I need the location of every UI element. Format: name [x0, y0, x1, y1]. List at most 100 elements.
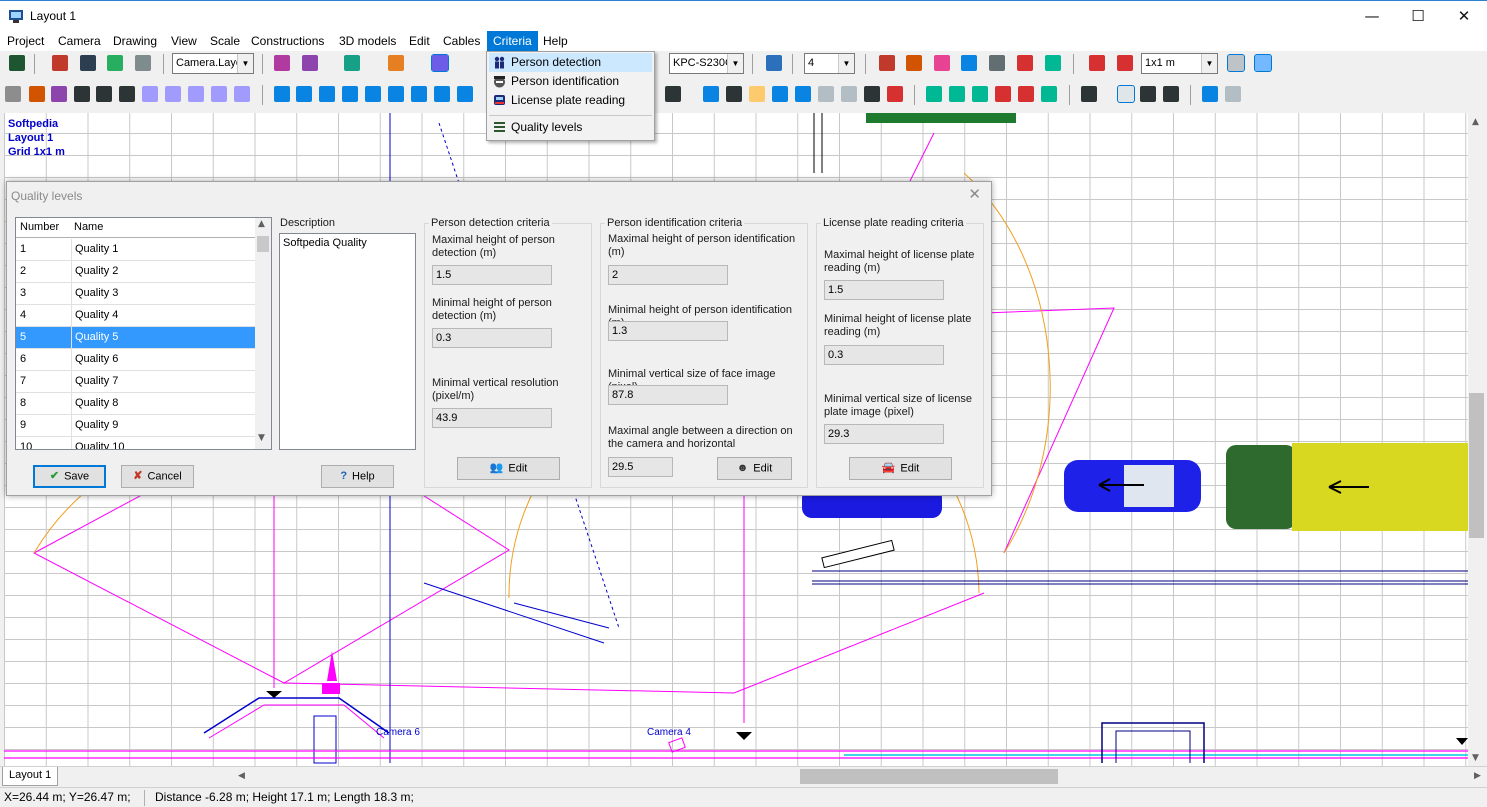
grid-color-icon[interactable]: [1045, 55, 1061, 71]
distribute-icon[interactable]: [995, 86, 1011, 102]
point-icon[interactable]: [274, 86, 290, 102]
select-icon[interactable]: [51, 86, 67, 102]
camera-4-label[interactable]: Camera 4: [647, 727, 691, 738]
group-icon[interactable]: [234, 86, 250, 102]
pd-edit-button[interactable]: 👥 Edit: [457, 457, 560, 480]
fence-icon[interactable]: [365, 86, 381, 102]
pi-edit-button[interactable]: ☻ Edit: [717, 457, 792, 480]
t-tool-icon[interactable]: [841, 86, 857, 102]
table-row[interactable]: 6 Quality 6: [16, 349, 255, 371]
distance-icon[interactable]: [989, 55, 1005, 71]
lp-plate-size-field[interactable]: 29.3: [824, 424, 944, 444]
table-scrollbar[interactable]: ▲ ▼: [255, 218, 271, 449]
table-row-selected[interactable]: 5 Quality 5: [16, 327, 255, 349]
menu-person-detection[interactable]: Person detection: [489, 53, 652, 72]
menu-camera[interactable]: Camera: [52, 31, 107, 51]
cancel-button[interactable]: ✘ Cancel: [121, 465, 194, 488]
line-icon[interactable]: [296, 86, 312, 102]
lp-max-height-field[interactable]: 1.5: [824, 280, 944, 300]
zoom-out-icon[interactable]: [1163, 86, 1179, 102]
quality-table[interactable]: Number Name 1 Quality 1 2 Quality 2 3 Quali…: [15, 217, 272, 450]
palette-icon[interactable]: [934, 55, 950, 71]
table-row[interactable]: 9 Quality 9: [16, 415, 255, 437]
camera-color-icon[interactable]: [388, 55, 404, 71]
lp-edit-button[interactable]: 🚘 Edit: [849, 457, 952, 480]
pi-min-height-field[interactable]: 1.3: [608, 321, 728, 341]
scroll-up-icon[interactable]: ▲: [1472, 117, 1479, 127]
copy-icon[interactable]: [96, 86, 112, 102]
stack-icon[interactable]: [1041, 86, 1057, 102]
table-row[interactable]: 1 Quality 1: [16, 239, 255, 261]
eraser-icon[interactable]: [29, 86, 45, 102]
lp-min-height-field[interactable]: 0.3: [824, 345, 944, 365]
table-row[interactable]: 7 Quality 7: [16, 371, 255, 393]
camera-add-icon[interactable]: [344, 55, 360, 71]
camera-6-label[interactable]: Camera 6: [376, 727, 420, 738]
save-button[interactable]: ✔ Save: [33, 465, 106, 488]
pi-face-size-field[interactable]: 87.8: [608, 385, 728, 405]
people-icon[interactable]: [726, 86, 742, 102]
column-number[interactable]: Number: [20, 221, 59, 233]
print-icon[interactable]: [135, 55, 151, 71]
menu-drawing[interactable]: Drawing: [107, 31, 163, 51]
table-row[interactable]: 4 Quality 4: [16, 305, 255, 327]
table-row[interactable]: 3 Quality 3: [16, 283, 255, 305]
table-scroll-thumb[interactable]: [257, 236, 269, 252]
menu-scale[interactable]: Scale: [204, 31, 246, 51]
table-row[interactable]: 10 Quality 10: [16, 437, 255, 449]
redo-icon[interactable]: [1225, 86, 1241, 102]
scroll-down-icon[interactable]: ▼: [258, 433, 265, 443]
close-button[interactable]: ✕: [1441, 1, 1487, 31]
camera-fov-icon[interactable]: [431, 54, 449, 72]
scale-icon[interactable]: [188, 86, 204, 102]
camera-model-combo[interactable]: KPC-S230C ▼: [669, 53, 744, 74]
grid-toggle-icon[interactable]: [1254, 54, 1272, 72]
measure-icon[interactable]: [457, 86, 473, 102]
area-icon[interactable]: [703, 86, 719, 102]
scroll-up-icon[interactable]: ▲: [258, 219, 265, 229]
menu-project[interactable]: Project: [1, 31, 50, 51]
dialog-close-button[interactable]: ✕: [968, 185, 981, 203]
pd-min-height-field[interactable]: 0.3: [432, 328, 552, 348]
vertical-scrollbar[interactable]: ▲ ▼: [1468, 113, 1485, 766]
zoom-in-icon[interactable]: [1140, 86, 1156, 102]
height-icon[interactable]: [818, 86, 834, 102]
maximize-button[interactable]: ☐: [1395, 1, 1441, 31]
3d-view-icon[interactable]: [1017, 55, 1033, 71]
menu-cables[interactable]: Cables: [437, 31, 486, 51]
table-row[interactable]: 2 Quality 2: [16, 261, 255, 283]
pd-max-height-field[interactable]: 1.5: [432, 265, 552, 285]
menu-3d-models[interactable]: 3D models: [333, 31, 402, 51]
rotate-icon[interactable]: [165, 86, 181, 102]
save-icon[interactable]: [9, 55, 25, 71]
layout-tab[interactable]: Layout 1: [2, 767, 59, 786]
menu-quality-levels[interactable]: Quality levels: [489, 118, 652, 137]
column-name[interactable]: Name: [74, 221, 103, 233]
menu-license-plate-reading[interactable]: License plate reading: [489, 91, 652, 110]
fit-icon[interactable]: [1018, 86, 1034, 102]
pixel-icon[interactable]: [961, 55, 977, 71]
pd-min-res-field[interactable]: 43.9: [432, 408, 552, 428]
menu-view[interactable]: View: [165, 31, 203, 51]
camera-angle-icon[interactable]: [302, 55, 318, 71]
mirror-icon[interactable]: [211, 86, 227, 102]
polygon-icon[interactable]: [434, 86, 450, 102]
description-textarea[interactable]: Softpedia Quality: [279, 233, 416, 450]
light-icon[interactable]: [906, 55, 922, 71]
move-icon[interactable]: [142, 86, 158, 102]
direction-icon[interactable]: [795, 86, 811, 102]
snap-icon[interactable]: [1081, 86, 1097, 102]
grid-size-combo[interactable]: 1x1 m ▼: [1141, 53, 1218, 74]
align-center-icon[interactable]: [972, 86, 988, 102]
pi-max-height-field[interactable]: 2: [608, 265, 728, 285]
line-style-icon[interactable]: [1089, 55, 1105, 71]
scroll-left-icon[interactable]: ◀: [238, 771, 245, 781]
menu-help[interactable]: Help: [537, 31, 574, 51]
cut-icon[interactable]: [74, 86, 90, 102]
layout-combo[interactable]: Camera.Layo ▼: [172, 53, 254, 74]
list-icon[interactable]: [766, 55, 782, 71]
horizontal-scroll-thumb[interactable]: [800, 769, 1058, 784]
save-layout-icon[interactable]: [80, 55, 96, 71]
curve-icon[interactable]: [388, 86, 404, 102]
minimize-button[interactable]: —: [1349, 1, 1395, 31]
